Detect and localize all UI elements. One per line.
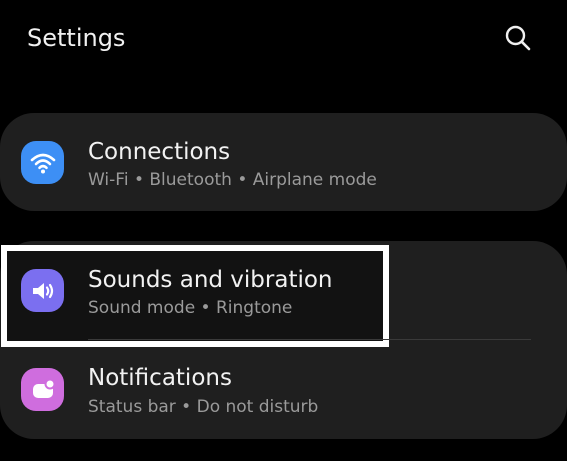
sounds-subtitle: Sound mode • Ringtone xyxy=(88,298,293,318)
settings-item-connections[interactable]: Connections Wi-Fi • Bluetooth • Airplane… xyxy=(0,113,567,211)
connections-subtitle: Wi-Fi • Bluetooth • Airplane mode xyxy=(88,170,377,190)
notifications-title: Notifications xyxy=(88,365,232,391)
page-title: Settings xyxy=(27,24,126,52)
wifi-icon xyxy=(21,141,64,184)
settings-item-notifications[interactable]: Notifications Status bar • Do not distur… xyxy=(0,340,567,438)
notification-icon xyxy=(21,368,64,411)
search-icon xyxy=(505,25,531,51)
sounds-title: Sounds and vibration xyxy=(88,267,333,293)
volume-icon xyxy=(21,269,64,312)
search-button[interactable] xyxy=(500,20,536,56)
notifications-subtitle: Status bar • Do not disturb xyxy=(88,397,319,417)
connections-title: Connections xyxy=(88,139,231,165)
settings-item-sounds-and-vibration[interactable]: Sounds and vibration Sound mode • Ringto… xyxy=(0,241,567,339)
